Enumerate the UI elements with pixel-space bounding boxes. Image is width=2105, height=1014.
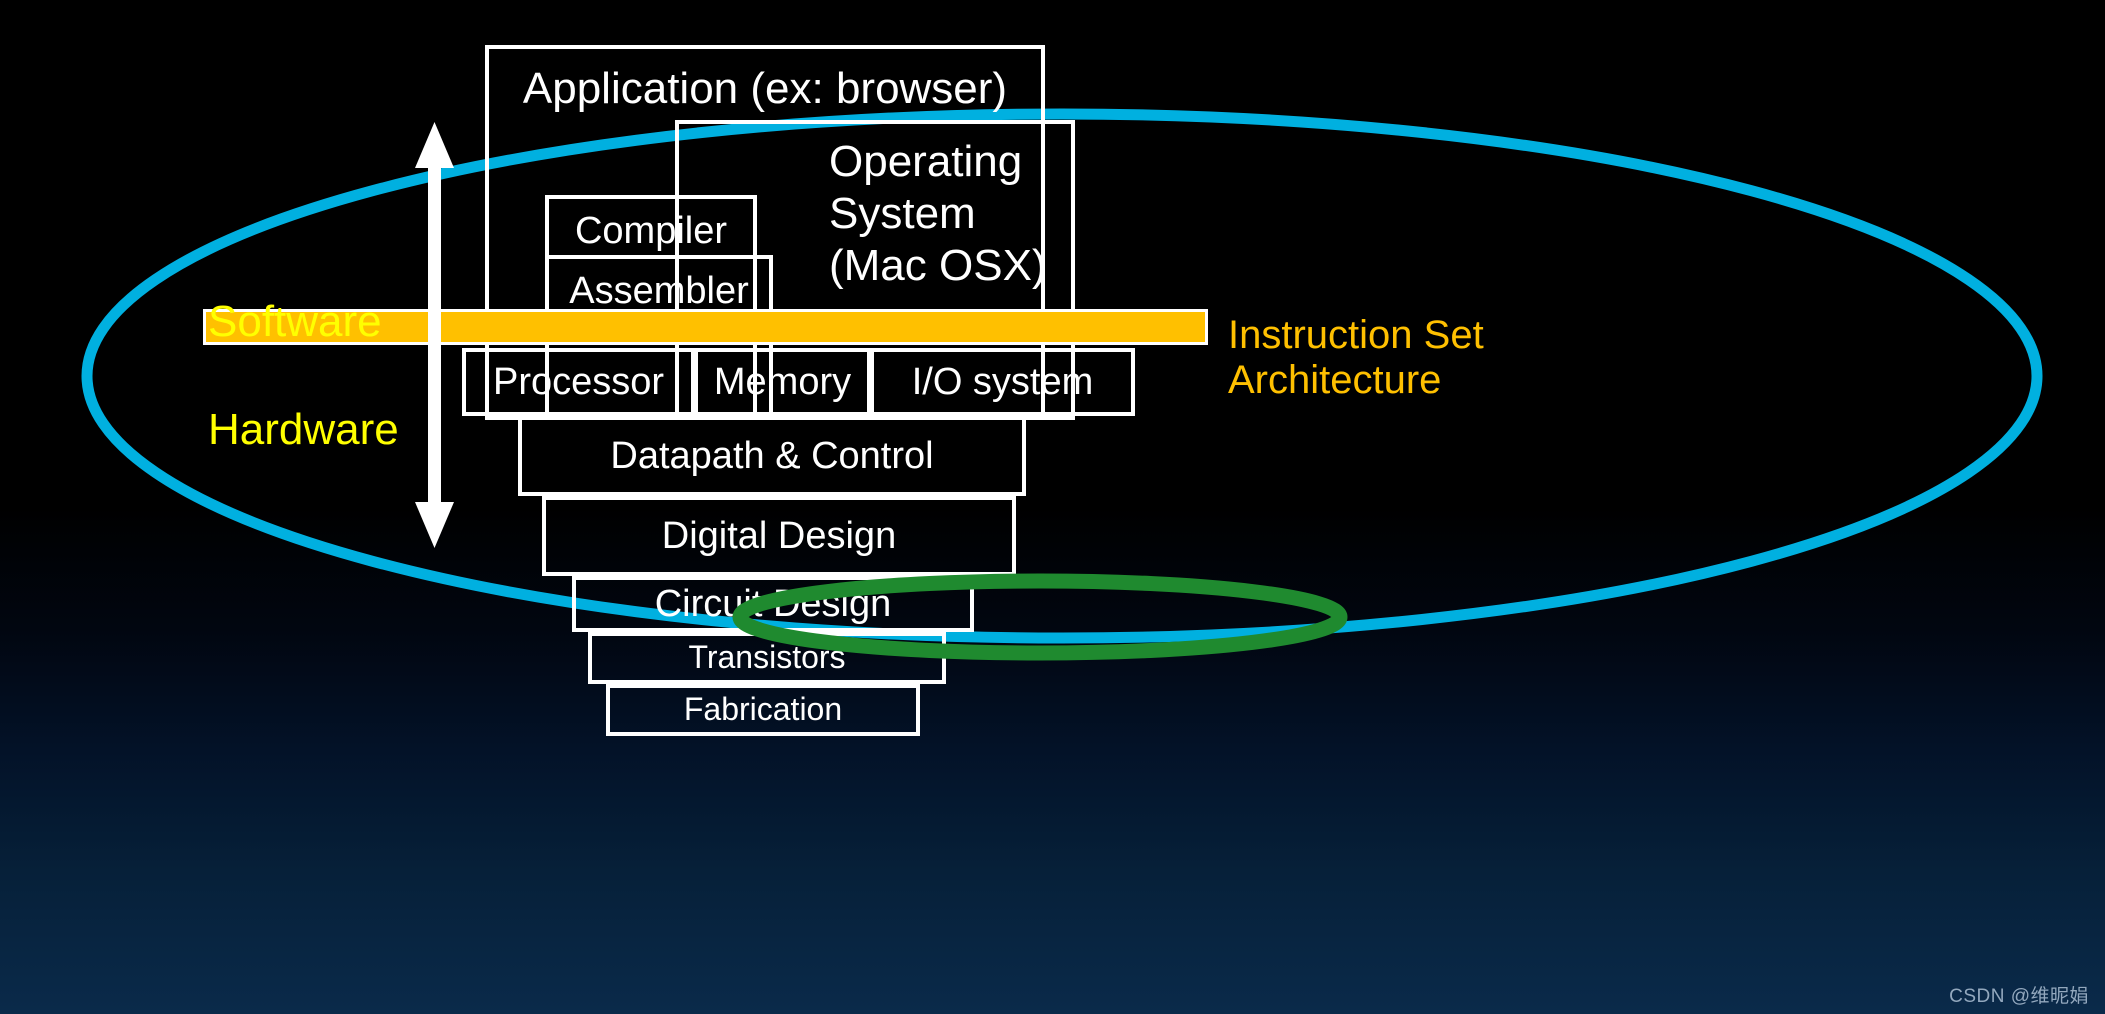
side-label-software: Software — [208, 248, 382, 347]
layer-box-datapath-control[interactable]: Datapath & Control — [518, 416, 1026, 496]
layer-label-transistors: Transistors — [688, 639, 846, 676]
layer-label-io-system: I/O system — [911, 360, 1094, 403]
watermark: CSDN @维昵娟 — [1949, 981, 2089, 1008]
isa-annotation-text: Instruction Set Architecture — [1228, 312, 1484, 402]
layer-box-fabrication[interactable]: Fabrication — [606, 684, 920, 736]
layer-box-memory[interactable]: Memory — [694, 348, 871, 416]
layer-box-io-system[interactable]: I/O system — [870, 348, 1135, 416]
diagram-canvas: Application (ex: browser) Operating Syst… — [0, 0, 2105, 1014]
side-label-software-text: Software — [208, 297, 382, 347]
layer-label-processor: Processor — [492, 360, 665, 403]
layer-box-processor[interactable]: Processor — [462, 348, 695, 416]
side-label-hardware-text: Hardware — [208, 405, 399, 455]
layer-box-digital-design[interactable]: Digital Design — [542, 496, 1016, 576]
isa-annotation: Instruction Set Architecture — [1228, 268, 1484, 402]
layer-box-circuit-design[interactable]: Circuit Design — [572, 576, 974, 632]
layer-label-operating-system: Operating System (Mac OSX) — [829, 137, 1047, 290]
layer-label-assembler: Assembler — [569, 270, 749, 312]
side-label-hardware: Hardware — [208, 356, 399, 455]
layer-label-memory: Memory — [713, 360, 852, 403]
layer-label-digital-design: Digital Design — [661, 514, 897, 557]
layer-label-circuit-design: Circuit Design — [654, 582, 892, 625]
watermark-text: CSDN @维昵娟 — [1949, 986, 2089, 1007]
layer-label-datapath-control: Datapath & Control — [610, 434, 934, 477]
layer-box-transistors[interactable]: Transistors — [588, 632, 946, 684]
layer-label-fabrication: Fabrication — [683, 691, 843, 728]
layer-label-compiler: Compiler — [574, 210, 728, 252]
layer-label-application: Application (ex: browser) — [522, 64, 1008, 113]
